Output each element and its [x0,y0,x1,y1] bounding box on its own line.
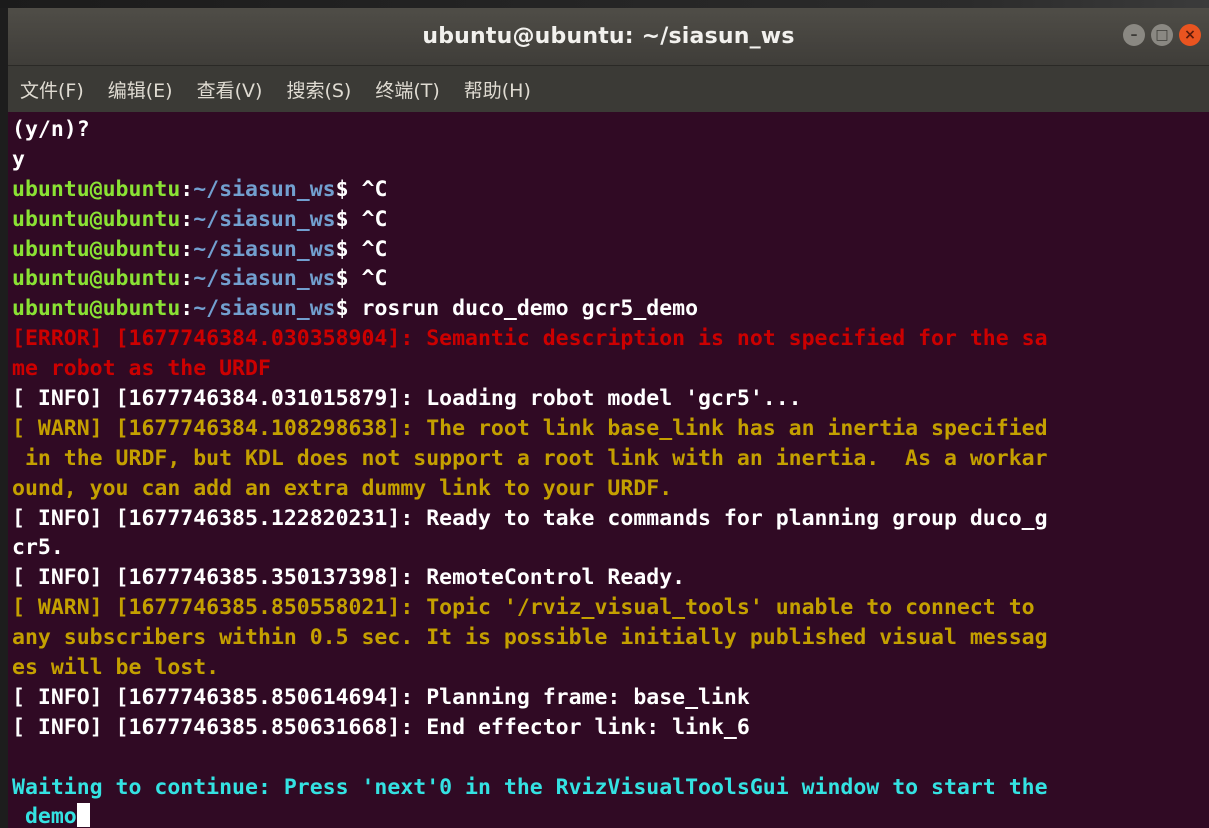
menu-file[interactable]: 文件(F) [18,72,86,107]
info-line: [ INFO] [1677746385.850631668]: End effe… [12,714,750,740]
prompt-user: ubuntu@ubuntu [12,296,181,322]
waiting-line: Waiting to continue: Press 'next'0 in th… [12,774,1048,800]
menu-view[interactable]: 查看(V) [195,72,265,107]
warn-line: ound, you can add an extra dummy link to… [12,475,673,501]
window-left-edge [0,8,8,828]
info-line: [ INFO] [1677746385.122820231]: Ready to… [12,505,1048,531]
window-title: ubuntu@ubuntu: ~/siasun_ws [422,24,795,49]
prompt-user: ubuntu@ubuntu [12,176,181,202]
prompt-user: ubuntu@ubuntu [12,206,181,232]
warn-line: es will be lost. [12,655,220,681]
command-text: ^C [361,176,388,202]
menu-help[interactable]: 帮助(H) [462,72,533,107]
prompt-colon: : [180,296,194,322]
prompt-colon: : [180,206,194,232]
prompt-user: ubuntu@ubuntu [12,236,181,262]
terminal-output[interactable]: (y/n)? y ubuntu@ubuntu:~/siasun_ws$ ^C u… [8,112,1209,828]
warn-line: [ WARN] [1677746384.108298638]: The root… [12,415,1048,441]
command-text: rosrun duco_demo gcr5_demo [361,296,699,322]
text-cursor [76,803,90,828]
prompt-dollar: $ [335,296,362,322]
terminal-window: ubuntu@ubuntu: ~/siasun_ws – □ × 文件(F) 编… [0,0,1209,828]
window-controls: – □ × [1123,24,1201,46]
close-button[interactable]: × [1179,24,1201,46]
maximize-button[interactable]: □ [1151,24,1173,46]
waiting-line-cont: demo [12,802,1209,828]
menu-bar: 文件(F) 编辑(E) 查看(V) 搜索(S) 终端(T) 帮助(H) [8,66,1209,112]
warn-line: any subscribers within 0.5 sec. It is po… [12,625,1048,651]
prompt-dollar: $ [335,176,362,202]
prompt-path: ~/siasun_ws [193,176,336,202]
warn-line: [ WARN] [1677746385.850558021]: Topic '/… [12,595,1035,621]
prompt-path: ~/siasun_ws [193,266,336,292]
error-line: [ERROR] [1677746384.030358904]: Semantic… [12,326,1048,352]
info-line: [ INFO] [1677746385.350137398]: RemoteCo… [12,565,686,591]
waiting-text: demo [12,804,77,828]
prompt-path: ~/siasun_ws [193,236,336,262]
prompt-user: ubuntu@ubuntu [12,266,181,292]
prompt-dollar: $ [335,236,362,262]
output-line: y [12,146,25,172]
prompt-path: ~/siasun_ws [193,206,336,232]
prompt-line: ubuntu@ubuntu:~/siasun_ws$ ^C [12,264,1209,294]
prompt-line: ubuntu@ubuntu:~/siasun_ws$ ^C [12,205,1209,235]
title-bar[interactable]: ubuntu@ubuntu: ~/siasun_ws – □ × [8,8,1209,66]
desktop-background-strip [0,0,1209,8]
info-line: cr5. [12,535,64,561]
prompt-line: ubuntu@ubuntu:~/siasun_ws$ rosrun duco_d… [12,294,1209,324]
menu-terminal[interactable]: 终端(T) [373,72,441,107]
prompt-colon: : [180,266,194,292]
prompt-dollar: $ [335,266,362,292]
prompt-colon: : [180,176,194,202]
prompt-path: ~/siasun_ws [193,296,336,322]
info-line: [ INFO] [1677746384.031015879]: Loading … [12,386,802,412]
menu-edit[interactable]: 编辑(E) [106,72,175,107]
command-text: ^C [361,266,388,292]
menu-search[interactable]: 搜索(S) [284,72,353,107]
prompt-line: ubuntu@ubuntu:~/siasun_ws$ ^C [12,235,1209,265]
prompt-colon: : [180,236,194,262]
warn-line: in the URDF, but KDL does not support a … [12,445,1048,471]
command-text: ^C [361,206,388,232]
prompt-line: ubuntu@ubuntu:~/siasun_ws$ ^C [12,175,1209,205]
error-line: me robot as the URDF [12,356,271,382]
prompt-dollar: $ [335,206,362,232]
command-text: ^C [361,236,388,262]
info-line: [ INFO] [1677746385.850614694]: Planning… [12,684,750,710]
minimize-button[interactable]: – [1123,24,1145,46]
output-line: (y/n)? [12,117,90,142]
